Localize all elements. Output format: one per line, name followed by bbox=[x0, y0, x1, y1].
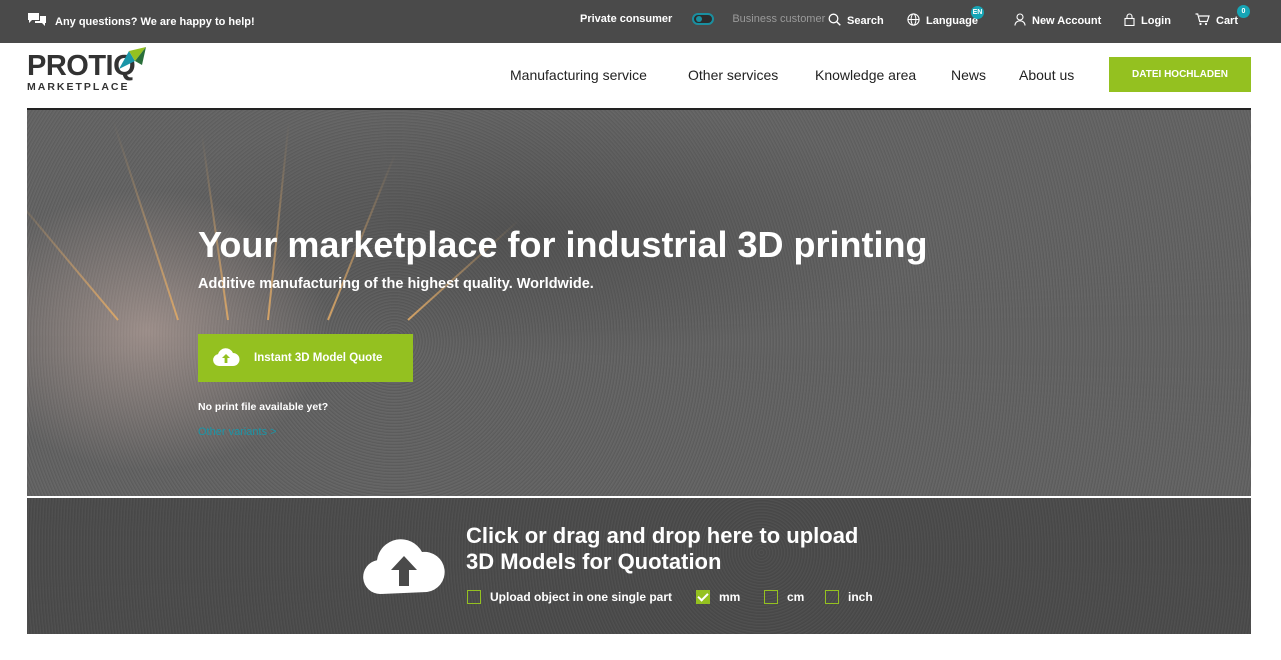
upload-title: Click or drag and drop here to upload 3D… bbox=[466, 523, 858, 575]
other-variants-link[interactable]: Other variants > bbox=[198, 426, 277, 438]
cart-label: Cart bbox=[1216, 15, 1239, 27]
customer-type-toggle[interactable] bbox=[692, 13, 715, 25]
lock-icon bbox=[1124, 13, 1135, 29]
nav-knowledge-area[interactable]: Knowledge area bbox=[815, 67, 916, 83]
logo-mark-icon bbox=[117, 47, 147, 76]
user-icon bbox=[1014, 13, 1026, 29]
cart-count-badge: 0 bbox=[1237, 5, 1250, 18]
single-part-checkbox[interactable] bbox=[467, 590, 481, 604]
unit-inch-checkbox[interactable] bbox=[825, 590, 839, 604]
upload-dropzone[interactable]: Click or drag and drop here to upload 3D… bbox=[27, 498, 1251, 634]
hero-banner: Your marketplace for industrial 3D print… bbox=[27, 110, 1251, 496]
cart-link[interactable]: Cart bbox=[1195, 13, 1238, 29]
upload-file-button[interactable]: DATEI HOCHLADEN bbox=[1109, 57, 1251, 92]
new-account-link[interactable]: New Account bbox=[1014, 13, 1101, 29]
unit-cm-label: cm bbox=[787, 590, 805, 604]
language-badge: EN bbox=[971, 6, 984, 19]
instant-quote-label: Instant 3D Model Quote bbox=[254, 352, 383, 364]
nav-manufacturing-service[interactable]: Manufacturing service bbox=[510, 67, 647, 83]
language-selector[interactable]: Language bbox=[907, 13, 978, 29]
nav-other-services[interactable]: Other services bbox=[688, 67, 778, 83]
top-bar: Any questions? We are happy to help! Pri… bbox=[0, 0, 1281, 43]
language-label: Language bbox=[926, 15, 978, 27]
search-label: Search bbox=[847, 15, 884, 27]
customer-type-switch[interactable]: Private consumer Business customer bbox=[580, 13, 825, 25]
globe-icon bbox=[907, 13, 920, 29]
nav-about-us[interactable]: About us bbox=[1019, 67, 1074, 83]
main-header: PROTIQ MARKETPLACE Manufacturing service… bbox=[0, 43, 1281, 109]
login-label: Login bbox=[1141, 15, 1171, 27]
logo-subtitle: MARKETPLACE bbox=[27, 81, 130, 93]
help-link[interactable]: Any questions? We are happy to help! bbox=[27, 12, 255, 31]
unit-inch-label: inch bbox=[848, 590, 873, 604]
unit-mm-option[interactable]: mm bbox=[696, 590, 740, 604]
cloud-upload-icon bbox=[212, 347, 240, 370]
business-customer-label[interactable]: Business customer bbox=[732, 13, 825, 25]
cloud-upload-icon bbox=[362, 534, 446, 601]
instant-quote-button[interactable]: Instant 3D Model Quote bbox=[198, 334, 413, 382]
unit-mm-checkbox[interactable] bbox=[696, 590, 710, 604]
hero-overlay bbox=[27, 110, 1251, 496]
unit-cm-option[interactable]: cm bbox=[764, 590, 804, 604]
new-account-label: New Account bbox=[1032, 15, 1102, 27]
help-text: Any questions? We are happy to help! bbox=[55, 15, 255, 28]
single-part-option[interactable]: Upload object in one single part bbox=[467, 590, 672, 604]
chat-icon bbox=[27, 12, 47, 31]
nav-news[interactable]: News bbox=[951, 67, 986, 83]
cart-icon bbox=[1195, 13, 1210, 29]
upload-title-line2: 3D Models for Quotation bbox=[466, 549, 722, 574]
search-icon bbox=[828, 13, 841, 29]
single-part-label: Upload object in one single part bbox=[490, 590, 673, 604]
hero-subtitle: Additive manufacturing of the highest qu… bbox=[198, 276, 594, 292]
search-link[interactable]: Search bbox=[828, 13, 884, 29]
unit-cm-checkbox[interactable] bbox=[764, 590, 778, 604]
unit-mm-label: mm bbox=[719, 590, 741, 604]
unit-inch-option[interactable]: inch bbox=[825, 590, 873, 604]
logo[interactable]: PROTIQ MARKETPLACE bbox=[27, 47, 146, 93]
private-consumer-label[interactable]: Private consumer bbox=[580, 13, 672, 25]
login-link[interactable]: Login bbox=[1124, 13, 1171, 29]
no-print-file-text: No print file available yet? bbox=[198, 401, 329, 413]
hero-title: Your marketplace for industrial 3D print… bbox=[198, 224, 928, 265]
upload-title-line1: Click or drag and drop here to upload bbox=[466, 523, 859, 548]
